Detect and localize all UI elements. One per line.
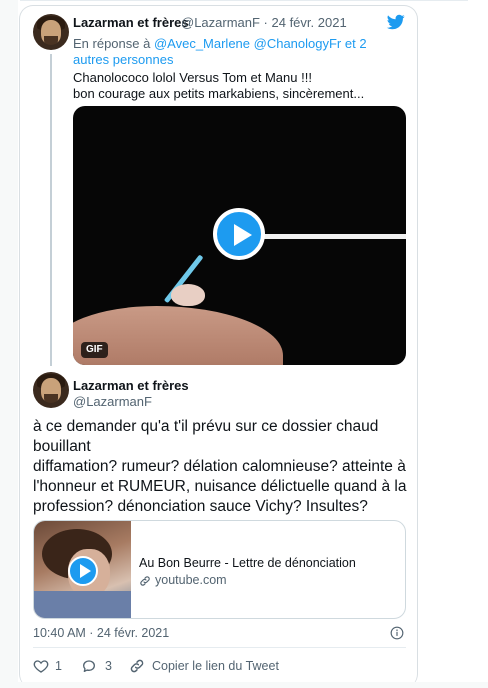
play-icon[interactable]: [68, 556, 98, 586]
avatar[interactable]: [33, 372, 69, 408]
author-handle[interactable]: @LazarmanF: [73, 394, 152, 409]
tweet-text-line: diffamation? rumeur? délation calomnieus…: [33, 458, 406, 475]
link-thumbnail: [34, 521, 131, 618]
quoted-tweet-text: Chanolococo lolol Versus Tom et Manu !!!…: [73, 70, 403, 102]
tweet-text-line: bouillant: [33, 438, 91, 455]
play-icon[interactable]: [213, 208, 265, 260]
tweet-text-line: profession? dénonciation sauce Vichy? In…: [33, 498, 368, 515]
tweet-text-line: Chanolococo lolol Versus Tom et Manu !!!: [73, 70, 312, 85]
link-preview-card[interactable]: Au Bon Beurre - Lettre de dénonciation y…: [33, 520, 406, 619]
avatar[interactable]: [33, 14, 69, 50]
author-name[interactable]: Lazarman et frères: [73, 15, 189, 30]
twitter-bird-icon[interactable]: [386, 13, 406, 31]
page-margin-right: [420, 0, 488, 688]
link-title: Au Bon Beurre - Lettre de dénonciation: [139, 556, 356, 570]
gif-media[interactable]: GIF: [73, 106, 406, 365]
heart-icon: [33, 660, 49, 673]
divider: [33, 647, 406, 648]
link-domain: youtube.com: [155, 573, 227, 587]
reply-icon: [83, 660, 95, 672]
author-name[interactable]: Lazarman et frères: [73, 378, 189, 393]
top-divider: [20, 0, 468, 1]
link-copy-icon: [130, 659, 144, 673]
tweet-timestamp[interactable]: 10:40 AM · 24 févr. 2021: [33, 626, 169, 640]
reply-count: 3: [105, 659, 112, 673]
reply-prefix: En réponse à: [73, 36, 154, 51]
info-icon[interactable]: [390, 626, 404, 640]
tweet-text: à ce demander qu'a t'il prévu sur ce dos…: [33, 417, 408, 517]
tweet-text-line: bon courage aux petits markabiens, sincè…: [73, 86, 365, 101]
thread-connector: [50, 54, 52, 366]
link-icon: [140, 576, 150, 586]
tweet-text-line: à ce demander qu'a t'il prévu sur ce dos…: [33, 418, 379, 435]
page-bottom: [0, 682, 488, 688]
author-handle-date[interactable]: @LazarmanF · 24 févr. 2021: [181, 15, 347, 30]
copy-link-label: Copier le lien du Tweet: [152, 659, 279, 673]
gif-badge: GIF: [81, 342, 108, 358]
like-count: 1: [55, 659, 62, 673]
page-margin-left: [0, 0, 18, 688]
reply-context: En réponse à @Avec_Marlene @ChanologyFr …: [73, 36, 393, 68]
reply-mentions[interactable]: @Avec_Marlene @ChanologyFr: [154, 36, 341, 51]
tweet-text-line: l'honneur et RUMEUR, nuisance délictuell…: [33, 478, 407, 495]
